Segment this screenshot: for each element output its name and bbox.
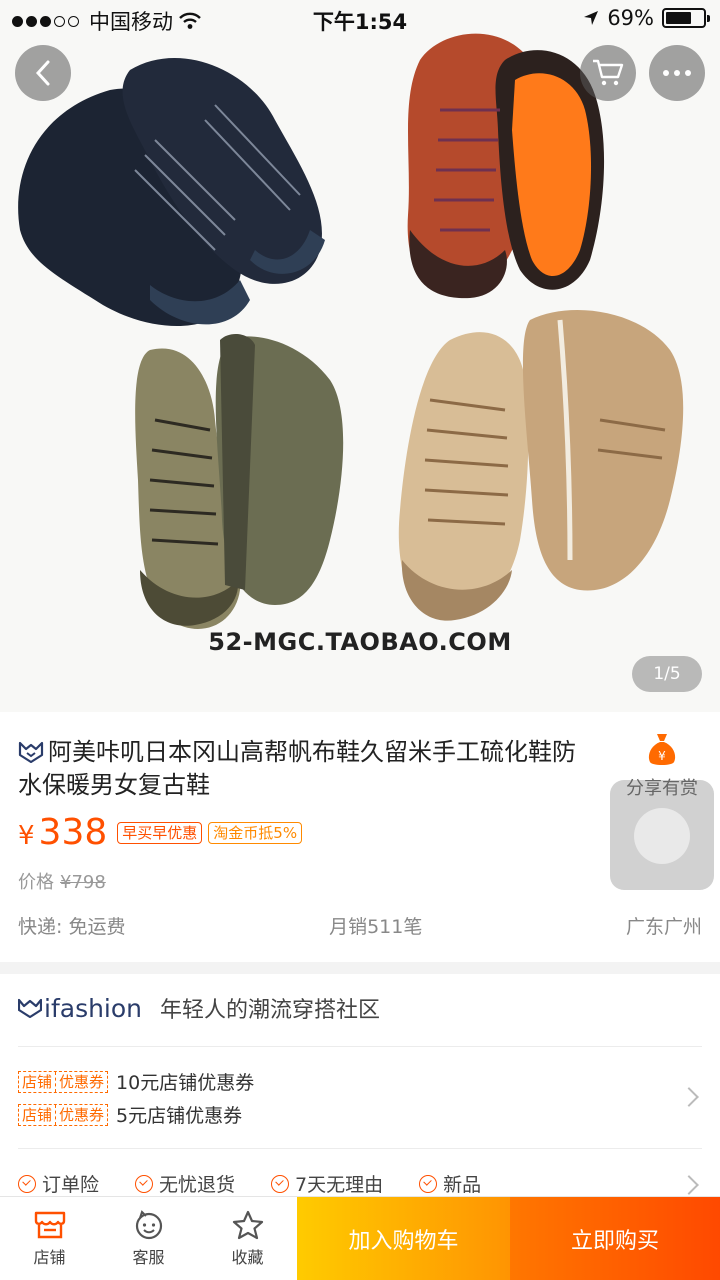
coupon-tag: 店铺 优惠券 <box>18 1070 109 1093</box>
price-value: 338 <box>38 812 108 853</box>
meta-row: 快递: 免运费 月销511笔 广东广州 <box>18 912 702 939</box>
share-reward-button[interactable]: ¥ 分享有赏 <box>610 732 714 890</box>
service-item: 7天无理由 <box>271 1170 383 1197</box>
battery-level <box>666 12 691 24</box>
chevron-right-icon[interactable] <box>679 1087 699 1107</box>
original-price: ¥798 <box>60 872 106 893</box>
bottom-action-bar: 店铺 客服 收藏 加入购物车 立即购买 <box>0 1196 720 1280</box>
coupon-tag-type: 优惠券 <box>55 1071 107 1092</box>
divider <box>18 1148 702 1149</box>
shipping-info: 快递: 免运费 <box>18 916 126 938</box>
service-guarantees[interactable]: 订单险 无忧退货 7天无理由 新品 <box>18 1170 517 1197</box>
shop-tab[interactable]: 店铺 <box>0 1197 99 1280</box>
shop-brand-name: ifashion <box>44 993 143 1023</box>
original-price-row: 价格 ¥798 <box>18 868 106 894</box>
battery-icon <box>662 8 710 28</box>
status-bar: 中国移动 下午1:54 69% <box>0 0 720 36</box>
service-label: 7天无理由 <box>295 1174 384 1196</box>
service-item: 新品 <box>419 1170 481 1197</box>
ship-location: 广东广州 <box>625 916 702 938</box>
shop-header[interactable]: ifashion 年轻人的潮流穿搭社区 <box>18 992 380 1024</box>
product-info: 阿美咔叽日本冈山高帮帆布鞋久留米手工硫化鞋防水保暖男女复古鞋 ¥ 338 早买早… <box>0 712 720 962</box>
coupon-tag: 店铺 优惠券 <box>18 1103 109 1126</box>
coupon-text: 10元店铺优惠券 <box>116 1072 255 1094</box>
check-circle-icon <box>271 1174 290 1193</box>
monthly-sales: 月销511笔 <box>329 916 423 938</box>
shop-slogan: 年轻人的潮流穿搭社区 <box>160 998 381 1023</box>
share-reward-label: 分享有赏 <box>626 778 698 799</box>
image-pager: 1/5 <box>632 656 702 692</box>
money-bag-icon: ¥ <box>648 734 676 765</box>
service-item: 无忧退货 <box>135 1170 235 1197</box>
store-icon <box>34 1211 65 1238</box>
price-row: ¥ 338 早买早优惠 淘金币抵5% <box>18 812 303 853</box>
coupon-item[interactable]: 店铺 优惠券 5元店铺优惠券 <box>18 1101 242 1128</box>
star-icon <box>232 1210 263 1239</box>
add-to-cart-button[interactable]: 加入购物车 <box>297 1197 510 1280</box>
service-face-icon <box>135 1209 162 1239</box>
buy-now-button[interactable]: 立即购买 <box>510 1197 720 1280</box>
original-price-label: 价格 <box>18 872 54 893</box>
coupon-tag-type: 优惠券 <box>55 1104 107 1125</box>
money-bag-symbol: ¥ <box>658 749 666 763</box>
shop-brand-logo: ifashion <box>18 994 142 1023</box>
check-circle-icon <box>135 1174 154 1193</box>
coupon-text: 5元店铺优惠券 <box>116 1105 243 1127</box>
image-watermark: 52-MGC.TAOBAO.COM <box>208 628 512 656</box>
product-title-block: 阿美咔叽日本冈山高帮帆布鞋久留米手工硫化鞋防水保暖男女复古鞋 <box>18 736 598 802</box>
coupon-tag-shop: 店铺 <box>22 1072 53 1091</box>
early-discount-badge: 早买早优惠 <box>117 821 203 844</box>
favorite-tab[interactable]: 收藏 <box>198 1197 297 1280</box>
divider <box>18 1046 702 1047</box>
chevron-left-icon <box>35 60 50 86</box>
service-label: 无忧退货 <box>159 1174 236 1196</box>
battery-percent: 69% <box>607 6 654 30</box>
coupon-item[interactable]: 店铺 优惠券 10元店铺优惠券 <box>18 1068 254 1095</box>
cart-button[interactable] <box>580 45 636 101</box>
brand-mark-icon <box>18 741 44 763</box>
shop-tab-label: 店铺 <box>33 1247 66 1267</box>
service-item: 订单险 <box>18 1170 99 1197</box>
ifashion-logo-icon <box>18 998 42 1018</box>
service-label: 新品 <box>443 1174 482 1196</box>
coin-discount-badge: 淘金币抵5% <box>208 821 303 844</box>
more-dots-icon <box>663 70 691 76</box>
service-label: 订单险 <box>42 1174 100 1196</box>
customer-service-tab[interactable]: 客服 <box>99 1197 198 1280</box>
location-arrow-icon <box>584 11 599 25</box>
back-button[interactable] <box>15 45 71 101</box>
product-gallery[interactable]: 中国移动 下午1:54 69% 52-MGC.TAOBAO.COM 1/5 <box>0 0 720 712</box>
check-circle-icon <box>419 1174 438 1193</box>
check-circle-icon <box>18 1174 36 1193</box>
favorite-tab-label: 收藏 <box>231 1247 264 1267</box>
price-currency: ¥ <box>18 820 35 851</box>
product-title: 阿美咔叽日本冈山高帮帆布鞋久留米手工硫化鞋防水保暖男女复古鞋 <box>18 738 576 799</box>
product-image <box>18 33 684 629</box>
chevron-right-icon[interactable] <box>679 1175 699 1195</box>
cart-icon <box>593 59 624 86</box>
coupon-tag-shop: 店铺 <box>22 1105 53 1124</box>
customer-service-tab-label: 客服 <box>132 1247 165 1267</box>
more-button[interactable] <box>649 45 705 101</box>
